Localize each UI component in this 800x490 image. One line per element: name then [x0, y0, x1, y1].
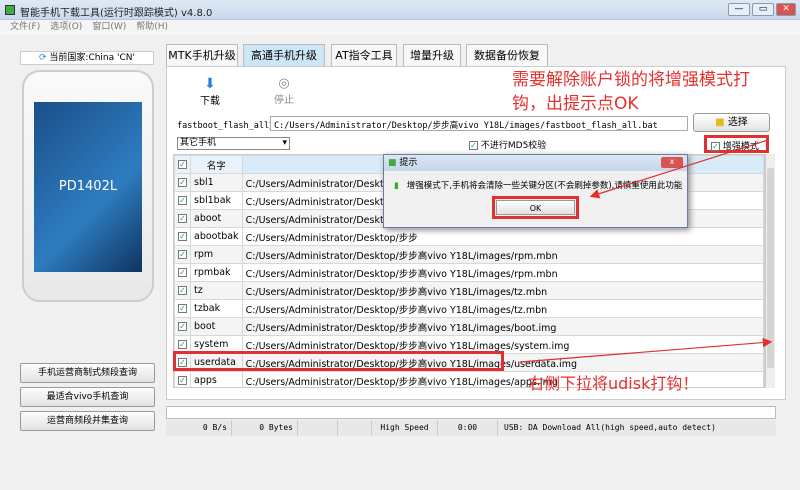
status-mode: High Speed: [372, 420, 438, 436]
status-bytes: 0 Bytes: [232, 420, 298, 436]
status-bar: 0 B/s 0 Bytes High Speed 0:00 USB: DA Do…: [166, 420, 776, 436]
status-speed: 0 B/s: [166, 420, 232, 436]
status-time: 0:00: [438, 420, 498, 436]
arrow-to-scrollbar: [519, 337, 773, 363]
status-usb: USB: DA Download All(high speed,auto det…: [504, 423, 716, 432]
progress-bar: [166, 406, 776, 419]
arrow-to-ok: [589, 139, 769, 199]
